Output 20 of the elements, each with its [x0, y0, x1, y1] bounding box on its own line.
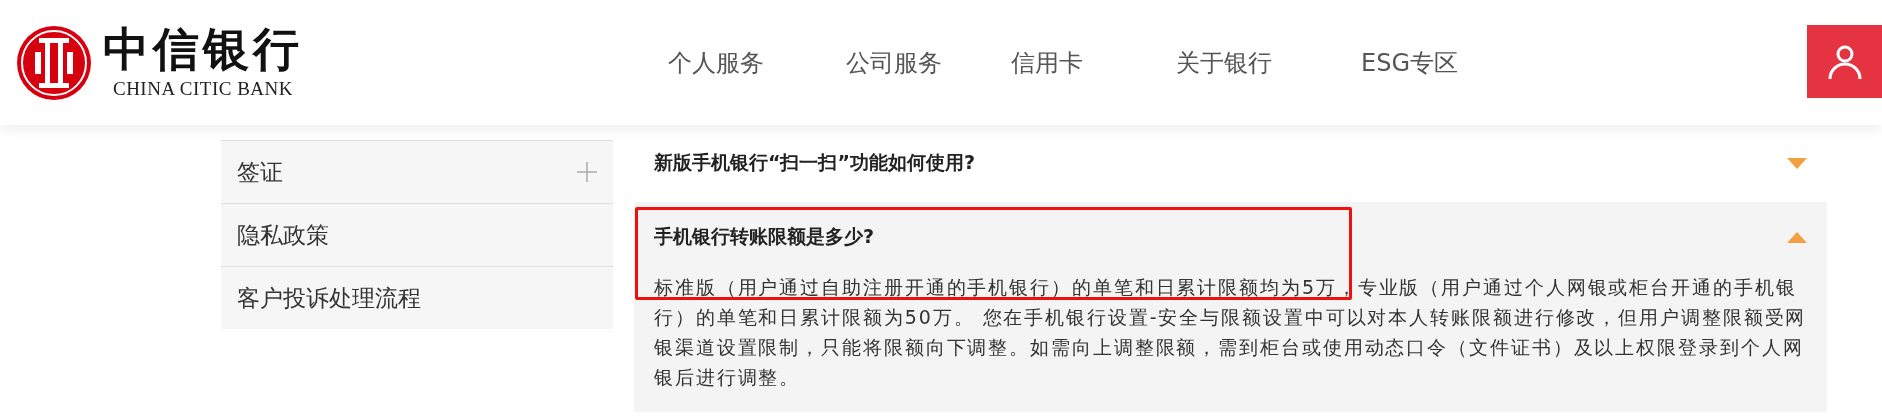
- logo-icon: [15, 23, 93, 102]
- logo-subtitle: CHINA CITIC BANK: [112, 77, 294, 100]
- nav-link[interactable]: 公司服务: [846, 46, 1011, 79]
- faq-answer: 标准版（用户通过自助注册开通的手机银行）的单笔和日累计限额均为5万，专业版（用户通过个人网银或柜台开通的手机银行）的单笔和日累计限额为50万。 您在手机银行设置-安全与限额设置中可以对本人转账限额进行修改，但用户调整限额受网银渠道设置限制，只能将限额向下调整。如需向上调整限额，需到柜台或使用动态口令（文件证书）及以上权限登录到个人网银后进行调整。: [654, 275, 1808, 390]
- caret-up-icon[interactable]: [1787, 231, 1807, 243]
- nav-link[interactable]: 个人服务: [668, 46, 846, 79]
- sidebar-label: 隐私政策: [237, 220, 329, 250]
- sidebar-label: 签证: [237, 157, 283, 187]
- user-button[interactable]: [1807, 25, 1882, 98]
- nav-link[interactable]: ESG专区: [1361, 46, 1481, 79]
- caret-down-icon[interactable]: [1787, 157, 1807, 169]
- sidebar-item[interactable]: 客户投诉处理流程: [221, 266, 613, 329]
- logo-name: 中信银行: [103, 25, 303, 72]
- nav-link[interactable]: 关于银行: [1176, 46, 1361, 79]
- sidebar-item[interactable]: 签证: [221, 140, 613, 203]
- faq-question[interactable]: 新版手机银行“扫一扫”功能如何使用?: [654, 150, 975, 176]
- faq-question[interactable]: 手机银行转账限额是多少?: [654, 224, 875, 250]
- nav-link[interactable]: 信用卡: [1011, 46, 1176, 79]
- sidebar-item[interactable]: 隐私政策: [221, 203, 613, 266]
- sidebar-label: 客户投诉处理流程: [237, 283, 421, 313]
